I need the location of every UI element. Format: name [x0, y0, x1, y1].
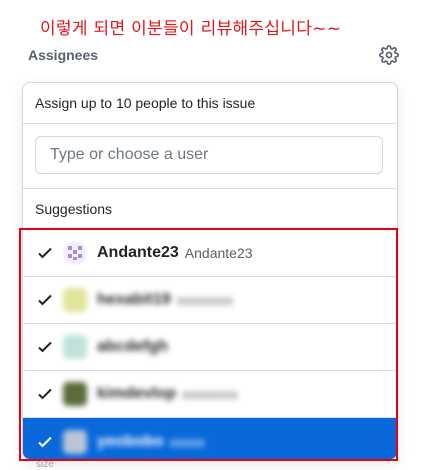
avatar [63, 335, 87, 359]
user-item-5-selected[interactable]: yeobobo xxxxx [23, 418, 397, 459]
bottom-peek-text: size [36, 459, 54, 470]
check-icon [37, 386, 53, 402]
check-icon [37, 339, 53, 355]
user-login: kimdevlop [97, 385, 177, 402]
popover-header: Assign up to 10 people to this issue [23, 83, 397, 124]
user-name: xxxxxxxx [176, 292, 233, 308]
assignees-header: Assignees [28, 44, 400, 66]
user-login: Andante23 [97, 244, 179, 261]
suggestions-header: Suggestions [23, 189, 397, 230]
user-login: hexabit19 [97, 291, 171, 308]
assignees-settings-button[interactable] [378, 44, 400, 66]
avatar [63, 288, 87, 312]
user-item-2[interactable]: hexabit19 xxxxxxxx [23, 277, 397, 324]
check-icon [37, 245, 53, 261]
user-name: Andante23 [184, 245, 253, 261]
avatar [63, 429, 87, 454]
avatar [63, 382, 87, 406]
annotation-text: 이렇게 되면 이분들이 리뷰해주십니다~~ [40, 19, 342, 39]
assignees-popover: Assign up to 10 people to this issue Sug… [22, 82, 398, 460]
user-name: xxxxx [169, 433, 205, 450]
user-item-3[interactable]: abcdefgh [23, 324, 397, 371]
user-filter-input[interactable] [35, 136, 383, 174]
user-item-andante23[interactable]: Andante23 Andante23 [23, 230, 397, 277]
check-icon [37, 434, 53, 450]
filter-section [23, 124, 397, 189]
assignees-title: Assignees [28, 47, 99, 63]
avatar [63, 241, 87, 265]
user-login: abcdefgh [97, 338, 169, 355]
user-name: xxxxxxxx [182, 386, 239, 402]
user-login: yeobobo [97, 432, 164, 450]
gear-icon [379, 45, 399, 65]
check-icon [37, 292, 53, 308]
user-item-4[interactable]: kimdevlop xxxxxxxx [23, 371, 397, 418]
suggestions-list: Andante23 Andante23 hexabit19 xxxxxxxx a… [23, 230, 397, 459]
